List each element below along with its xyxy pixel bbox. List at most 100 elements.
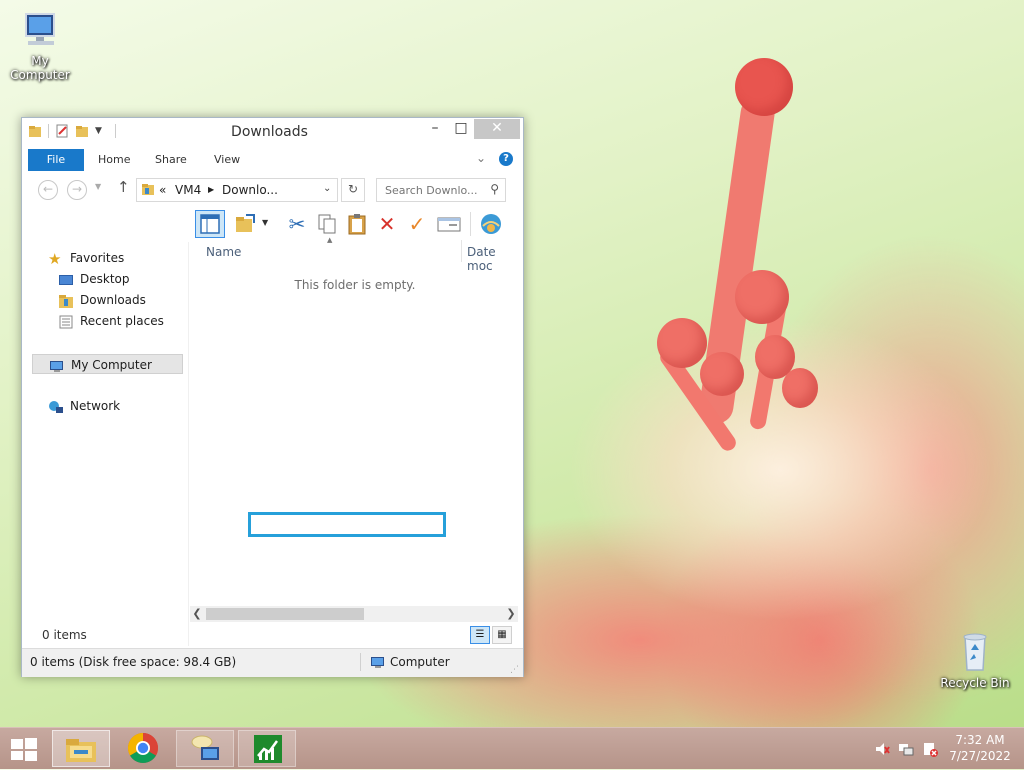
- address-overflow[interactable]: «: [159, 183, 166, 197]
- windows-logo-icon: [11, 738, 37, 761]
- nav-label: Network: [70, 399, 121, 413]
- nav-recent-places[interactable]: Recent places: [58, 311, 164, 331]
- minimize-button[interactable]: –: [421, 119, 449, 139]
- action-center-icon[interactable]: [922, 741, 938, 757]
- search-input[interactable]: [383, 180, 487, 200]
- delete-icon[interactable]: ✕: [372, 210, 402, 238]
- recycle-bin-icon: [953, 630, 997, 674]
- status-disk-space: 0 items (Disk free space: 98.4 GB): [30, 655, 237, 669]
- close-button[interactable]: ✕: [474, 119, 520, 139]
- folder-icon: [141, 182, 155, 199]
- network-globe-icon[interactable]: [476, 210, 506, 238]
- recent-locations-icon[interactable]: ▼: [95, 182, 101, 191]
- forward-button[interactable]: →: [67, 180, 87, 200]
- cut-icon[interactable]: ✂: [282, 210, 312, 238]
- star-icon: ★: [48, 249, 62, 268]
- nav-desktop[interactable]: Desktop: [58, 269, 130, 289]
- desktop-icon-my-computer[interactable]: My Computer: [0, 8, 80, 82]
- layout-pane-icon[interactable]: [195, 210, 225, 238]
- clock-date: 7/27/2022: [949, 749, 1011, 763]
- copy-icon[interactable]: [312, 210, 342, 238]
- scrollbar-thumb[interactable]: [206, 608, 364, 620]
- chart-app-icon: [254, 735, 282, 763]
- scroll-left-icon[interactable]: ❮: [190, 606, 204, 622]
- taskbar-file-explorer[interactable]: [52, 730, 110, 767]
- nav-downloads[interactable]: Downloads: [58, 290, 146, 310]
- empty-folder-message: This folder is empty.: [294, 278, 416, 292]
- search-box: ⚲: [376, 178, 506, 202]
- column-header-date[interactable]: Date moc: [467, 245, 518, 273]
- nav-my-computer[interactable]: My Computer: [32, 354, 183, 374]
- expand-ribbon-icon[interactable]: ⌄: [476, 151, 486, 165]
- remote-desktop-icon: [191, 735, 219, 760]
- segment-chevron-icon[interactable]: ▶: [208, 185, 214, 194]
- explorer-window: ▼ Downloads – □ ✕ File Home Share View ⌄…: [21, 117, 524, 677]
- new-folder-options-icon[interactable]: [230, 210, 260, 238]
- tab-view[interactable]: View: [202, 149, 252, 171]
- address-row: ← → ▼ ↑ « VM4 ▶ Downlo... ⌄ ↻ ⚲: [28, 176, 518, 202]
- taskbar-remote-app[interactable]: [176, 730, 234, 767]
- navigation-pane: ★ Favorites Desktop Downloads Recent plac…: [28, 242, 188, 612]
- desktop-icon-label: My Computer: [10, 54, 70, 82]
- desktop-icon-recycle-bin[interactable]: Recycle Bin: [935, 630, 1015, 690]
- nav-favorites[interactable]: ★ Favorites: [48, 248, 124, 268]
- maximize-button[interactable]: □: [447, 119, 475, 139]
- help-icon[interactable]: ?: [499, 152, 513, 166]
- desktop-icon: [58, 273, 74, 287]
- details-view-icon[interactable]: ☰: [470, 626, 490, 644]
- tab-share[interactable]: Share: [143, 149, 199, 171]
- tab-home[interactable]: Home: [86, 149, 142, 171]
- status-location: Computer: [390, 655, 450, 669]
- search-icon[interactable]: ⚲: [490, 182, 499, 196]
- volume-muted-icon[interactable]: [874, 741, 890, 757]
- title-bar[interactable]: ▼ Downloads – □ ✕: [22, 118, 523, 146]
- nav-label: Downloads: [80, 293, 146, 307]
- ribbon-tabs: File Home Share View ⌄ ?: [28, 149, 518, 171]
- status-bar: 0 items (Disk free space: 98.4 GB) Compu…: [22, 648, 523, 677]
- taskbar-stock-app[interactable]: [238, 730, 296, 767]
- scroll-right-icon[interactable]: ❯: [504, 606, 518, 622]
- item-count: 0 items: [42, 628, 87, 642]
- address-segment-downloads[interactable]: Downlo...: [222, 183, 278, 197]
- desktop-icon-label: Recycle Bin: [940, 676, 1010, 690]
- rename-input-box[interactable]: [248, 512, 446, 537]
- network-status-icon[interactable]: [898, 741, 914, 757]
- large-icons-view-icon[interactable]: ▦: [492, 626, 512, 644]
- start-button[interactable]: [10, 737, 38, 764]
- address-segment-vm4[interactable]: VM4: [175, 183, 201, 197]
- new-folder-dropdown-icon[interactable]: ▼: [262, 218, 268, 227]
- rename-icon[interactable]: ✓: [402, 210, 432, 238]
- address-dropdown-icon[interactable]: ⌄: [323, 183, 331, 194]
- computer-icon: [18, 8, 62, 52]
- chrome-icon: [127, 733, 159, 764]
- resize-grip-icon[interactable]: ⋰: [510, 665, 519, 675]
- status-divider: [360, 653, 361, 671]
- refresh-button[interactable]: ↻: [341, 178, 365, 202]
- taskbar-chrome[interactable]: [114, 730, 172, 767]
- taskbar: 7:32 AM 7/27/2022: [0, 727, 1024, 769]
- nav-label: Favorites: [70, 251, 125, 265]
- paste-icon[interactable]: [342, 210, 372, 238]
- address-bar[interactable]: « VM4 ▶ Downlo... ⌄: [136, 178, 338, 202]
- file-explorer-icon: [66, 739, 96, 762]
- nav-label: Desktop: [80, 272, 130, 286]
- nav-label: Recent places: [80, 314, 164, 328]
- nav-network[interactable]: Network: [48, 396, 120, 416]
- tab-file[interactable]: File: [28, 149, 84, 171]
- column-header-name[interactable]: Name: [206, 245, 241, 259]
- sort-indicator-icon: ▲: [327, 236, 333, 244]
- horizontal-scrollbar[interactable]: ❮ ❯: [190, 606, 518, 622]
- properties-dialog-icon[interactable]: [434, 210, 464, 238]
- computer-icon: [49, 359, 65, 373]
- clock-time: 7:32 AM: [955, 733, 1005, 747]
- back-button[interactable]: ←: [38, 180, 58, 200]
- view-switcher: ☰ ▦: [468, 626, 512, 644]
- file-list[interactable]: ▲ Name Date moc This folder is empty.: [190, 236, 518, 614]
- column-divider[interactable]: [461, 240, 462, 262]
- recent-places-icon: [58, 315, 74, 329]
- system-clock[interactable]: 7:32 AM 7/27/2022: [945, 732, 1015, 764]
- custom-toolbar: ▼ ✂ ✕ ✓: [190, 208, 510, 240]
- downloads-folder-icon: [58, 294, 74, 308]
- up-button[interactable]: ↑: [117, 178, 130, 196]
- nav-label: My Computer: [71, 358, 152, 372]
